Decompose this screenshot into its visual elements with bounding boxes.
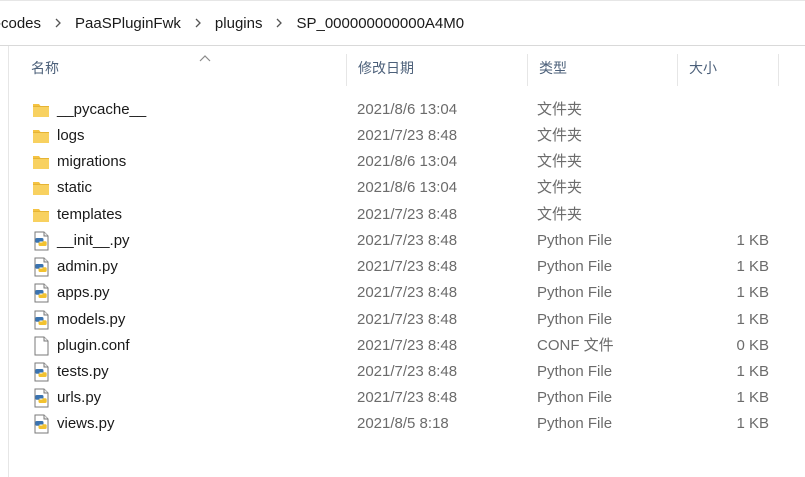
breadcrumb-item-current-folder[interactable]: SP_000000000000A4M0 — [292, 15, 468, 32]
python-file-icon — [32, 283, 50, 303]
file-name[interactable]: logs — [57, 123, 85, 149]
file-size: 1 KB — [736, 311, 769, 328]
file-size: 1 KB — [736, 389, 769, 406]
navigation-pane-border — [8, 46, 9, 477]
column-header-row: 名称 修改日期 类型 大小 — [20, 46, 805, 90]
file-modified-date: 2021/7/23 8:48 — [357, 389, 458, 406]
file-type: Python File — [537, 311, 613, 328]
column-divider[interactable] — [778, 54, 779, 86]
breadcrumb-item-plugins[interactable]: plugins — [211, 15, 267, 32]
folder-icon — [32, 205, 50, 225]
file-modified-date: 2021/7/23 8:48 — [357, 337, 458, 354]
file-type: Python File — [537, 284, 613, 301]
file-type: 文件夹 — [537, 101, 583, 118]
file-row[interactable]: __pycache__ 2021/8/6 13:04 文件夹 — [20, 97, 785, 123]
file-row[interactable]: __init__.py 2021/7/23 8:48 Python File 1 KB — [20, 228, 785, 254]
python-file-icon — [32, 231, 50, 251]
file-type: 文件夹 — [537, 127, 583, 144]
python-file-icon — [32, 414, 50, 434]
file-modified-date: 2021/7/23 8:48 — [357, 258, 458, 275]
breadcrumb-item-codes[interactable]: -codes — [0, 15, 45, 32]
file-name[interactable]: templates — [57, 202, 122, 228]
file-row[interactable]: views.py 2021/8/5 8:18 Python File 1 KB — [20, 411, 785, 437]
file-type: CONF 文件 — [537, 337, 614, 354]
file-row[interactable]: admin.py 2021/7/23 8:48 Python File 1 KB — [20, 254, 785, 280]
python-file-icon — [32, 388, 50, 408]
file-modified-date: 2021/7/23 8:48 — [357, 363, 458, 380]
folder-icon — [32, 100, 50, 120]
file-type: 文件夹 — [537, 179, 583, 196]
file-type: Python File — [537, 232, 613, 249]
column-header-size[interactable]: 大小 — [678, 46, 778, 90]
file-modified-date: 2021/7/23 8:48 — [357, 311, 458, 328]
file-row[interactable]: logs 2021/7/23 8:48 文件夹 — [20, 123, 785, 149]
file-size: 0 KB — [736, 337, 769, 354]
file-name[interactable]: __pycache__ — [57, 97, 146, 123]
file-modified-date: 2021/7/23 8:48 — [357, 206, 458, 223]
python-file-icon — [32, 310, 50, 330]
file-row[interactable]: templates 2021/7/23 8:48 文件夹 — [20, 202, 785, 228]
python-file-icon — [32, 257, 50, 277]
file-size: 1 KB — [736, 363, 769, 380]
file-type: Python File — [537, 258, 613, 275]
file-type: Python File — [537, 415, 613, 432]
file-row[interactable]: models.py 2021/7/23 8:48 Python File 1 KB — [20, 307, 785, 333]
file-row[interactable]: static 2021/8/6 13:04 文件夹 — [20, 175, 785, 201]
column-header-modified[interactable]: 修改日期 — [347, 46, 527, 90]
folder-icon — [32, 178, 50, 198]
file-row[interactable]: tests.py 2021/7/23 8:48 Python File 1 KB — [20, 359, 785, 385]
file-modified-date: 2021/8/6 13:04 — [357, 101, 458, 118]
chevron-right-icon[interactable] — [272, 16, 286, 30]
chevron-right-icon[interactable] — [191, 16, 205, 30]
file-modified-date: 2021/8/6 13:04 — [357, 153, 458, 170]
folder-icon — [32, 152, 50, 172]
file-row[interactable]: plugin.conf 2021/7/23 8:48 CONF 文件 0 KB — [20, 333, 785, 359]
file-type: Python File — [537, 389, 613, 406]
file-modified-date: 2021/7/23 8:48 — [357, 232, 458, 249]
file-name[interactable]: static — [57, 175, 92, 201]
file-modified-date: 2021/7/23 8:48 — [357, 284, 458, 301]
file-size: 1 KB — [736, 284, 769, 301]
file-type: 文件夹 — [537, 206, 583, 223]
file-name[interactable]: apps.py — [57, 280, 110, 306]
document-icon — [32, 336, 50, 356]
file-name[interactable]: admin.py — [57, 254, 118, 280]
file-modified-date: 2021/7/23 8:48 — [357, 127, 458, 144]
file-size: 1 KB — [736, 232, 769, 249]
file-name[interactable]: views.py — [57, 411, 115, 437]
file-name[interactable]: migrations — [57, 149, 126, 175]
python-file-icon — [32, 362, 50, 382]
column-header-name[interactable]: 名称 — [20, 46, 346, 90]
file-name[interactable]: tests.py — [57, 359, 109, 385]
file-row[interactable]: apps.py 2021/7/23 8:48 Python File 1 KB — [20, 280, 785, 306]
file-modified-date: 2021/8/6 13:04 — [357, 179, 458, 196]
file-size: 1 KB — [736, 415, 769, 432]
file-modified-date: 2021/8/5 8:18 — [357, 415, 449, 432]
file-name[interactable]: __init__.py — [57, 228, 130, 254]
column-header-type[interactable]: 类型 — [528, 46, 677, 90]
file-name[interactable]: models.py — [57, 307, 125, 333]
file-name[interactable]: plugin.conf — [57, 333, 130, 359]
file-type: Python File — [537, 363, 613, 380]
file-row[interactable]: urls.py 2021/7/23 8:48 Python File 1 KB — [20, 385, 785, 411]
folder-icon — [32, 126, 50, 146]
chevron-right-icon[interactable] — [51, 16, 65, 30]
file-size: 1 KB — [736, 258, 769, 275]
breadcrumb-item-paaspluginfwk[interactable]: PaaSPluginFwk — [71, 15, 185, 32]
file-name[interactable]: urls.py — [57, 385, 101, 411]
breadcrumb: -codes PaaSPluginFwk plugins SP_00000000… — [0, 0, 805, 46]
file-row[interactable]: migrations 2021/8/6 13:04 文件夹 — [20, 149, 785, 175]
file-type: 文件夹 — [537, 153, 583, 170]
